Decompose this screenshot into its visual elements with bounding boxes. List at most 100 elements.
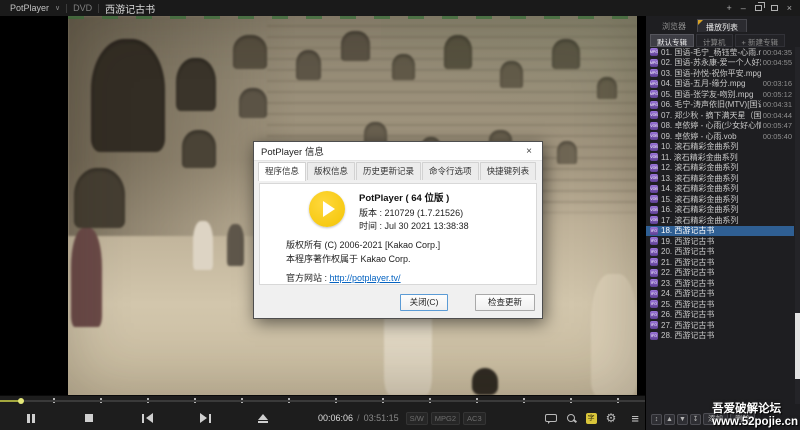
playlist-item-name: 18. 西游记古书 [661,225,790,236]
dialog-tab-4[interactable]: 快捷键列表 [480,162,537,180]
playlist-item-name: 26. 西游记古书 [661,309,790,320]
subtitle-search-icon[interactable] [566,413,577,423]
playlist-scrollbar[interactable] [795,47,800,404]
playlist-toggle-icon[interactable]: ≡ [631,412,639,425]
app-menu-button[interactable]: PotPlayer [10,3,49,13]
seek-track[interactable] [0,400,645,402]
playlist-item[interactable]: VOB14. 滚石精彩金曲系列 [646,184,794,195]
album-tab-0[interactable]: 默认专辑 [650,34,694,47]
album-tab-1[interactable]: 计算机 [696,34,733,47]
playlist-item[interactable]: IFO22. 西游记古书 [646,268,794,279]
move-down-icon[interactable]: ▼ [677,414,688,425]
subtitle-bubble-icon[interactable] [545,414,557,422]
seek-bar[interactable] [0,396,645,405]
file-type-icon: VOB [650,122,658,130]
playlist-item[interactable]: VOB07. 郑少秋 - 摘下满天星（国语）.vob00:04:44 [646,110,794,121]
playlist-item[interactable]: IFO21. 西游记古书 [646,257,794,268]
playlist-item-name: 05. 国语-张学友-吻别.mpg [661,89,761,100]
playlist-item[interactable]: VOB08. 卓依婷 - 心雨(少女好心情故事).vob00:05:47 [646,121,794,132]
playlist-item[interactable]: VOB13. 滚石精彩金曲系列 [646,173,794,184]
dialog-title: PotPlayer 信息 [254,144,324,158]
minimize-button[interactable]: – [741,4,746,13]
file-type-icon: MPG [650,59,658,67]
close-dialog-button[interactable]: 关闭(C) [400,294,448,311]
file-type-icon: VOB [650,164,658,172]
file-type-icon: VOB [650,153,658,161]
control-bar-right: 字 ⚙ ≡ [545,405,639,430]
playlist-item[interactable]: IFO23. 西游记古书 [646,278,794,289]
maximize-button[interactable] [771,5,778,11]
playlist-item[interactable]: MPG03. 国语-孙悦-祝你平安.mpg [646,68,794,79]
website-link[interactable]: http://potplayer.tv/ [330,273,401,283]
next-button[interactable] [194,410,216,426]
dialog-titlebar[interactable]: PotPlayer 信息 × [254,142,542,161]
playlist-item-name: 11. 滚石精彩金曲系列 [661,152,790,163]
playlist-tab-0[interactable]: 浏览器 [654,19,694,32]
playlist-item[interactable]: VOB11. 滚石精彩金曲系列 [646,152,794,163]
dialog-tab-1[interactable]: 版权信息 [307,162,355,180]
move-item-icon[interactable]: ↕ [651,414,662,425]
dialog-tab-0[interactable]: 程序信息 [258,162,306,181]
playlist-item[interactable]: MPG02. 国语-苏永康-爱一个人好难.mpg00:04:55 [646,58,794,69]
playlist-item[interactable]: IFO25. 西游记古书 [646,299,794,310]
pin-icon[interactable]: + [726,4,731,13]
playlist-item-name: 20. 西游记古书 [661,246,790,257]
playlist-item[interactable]: MPG06. 毛宁-涛声依旧(MTV)[国语].mpg00:04:31 [646,100,794,111]
playlist-item[interactable]: MPG05. 国语-张学友-吻别.mpg00:05:12 [646,89,794,100]
dialog-tab-3[interactable]: 命令行选项 [422,162,479,180]
playlist-item[interactable]: VOB17. 滚石精彩金曲系列 [646,215,794,226]
playlist-item-name: 14. 滚石精彩金曲系列 [661,183,790,194]
pause-button[interactable] [20,410,42,426]
playlist-item[interactable]: IFO19. 西游记古书 [646,236,794,247]
playlist-item[interactable]: VOB12. 滚石精彩金曲系列 [646,163,794,174]
website-label: 官方网站 : [286,273,330,283]
dialog-close-icon[interactable]: × [516,146,542,157]
file-type-icon: IFO [650,332,658,340]
codec-badges: S/WMPG2AC3 [403,413,486,423]
playlist-item[interactable]: IFO24. 西游记古书 [646,289,794,300]
playlist-item[interactable]: IFO26. 西游记古书 [646,310,794,321]
previous-icon [142,414,144,423]
restore-button[interactable] [755,5,762,11]
playlist-item[interactable]: VOB09. 卓依婷 - 心雨.vob00:05:40 [646,131,794,142]
file-type-icon: IFO [650,279,658,287]
file-type-icon: IFO [650,258,658,266]
playlist-item[interactable]: IFO20. 西游记古书 [646,247,794,258]
stop-button[interactable] [78,410,100,426]
move-bottom-icon[interactable]: ↧ [690,414,701,425]
playlist-item[interactable]: VOB16. 滚石精彩金曲系列 [646,205,794,216]
playlist-item-duration: 00:04:31 [763,100,792,109]
dialog-tab-2[interactable]: 历史更新记录 [356,162,421,180]
next-icon [209,414,211,423]
seek-thumb[interactable] [18,398,24,404]
titlebar-divider [98,4,99,13]
album-tab-2[interactable]: + 新建专辑 [735,34,785,47]
gear-icon[interactable]: ⚙ [606,412,617,424]
playlist-item[interactable]: MPG04. 国语-五月-缘分.mpg00:03:16 [646,79,794,90]
scrollbar-thumb[interactable] [795,313,800,379]
playlist-item-name: 09. 卓依婷 - 心雨.vob [661,131,761,142]
video-stage: PotPlayer 信息 × 程序信息版权信息历史更新记录命令行选项快捷键列表 … [0,16,645,395]
playlist-tab-1[interactable]: 播放列表 [697,19,747,32]
file-type-icon: IFO [650,269,658,277]
move-up-icon[interactable]: ▲ [664,414,675,425]
watermark-line: 吾爱破解论坛 [712,403,798,416]
playlist-item[interactable]: IFO28. 西游记古书 [646,331,794,342]
chevron-down-icon[interactable]: ∨ [55,4,60,12]
copyright-line: 本程序著作权属于 Kakao Corp. [286,252,411,265]
check-update-button[interactable]: 检查更新 [475,294,535,311]
file-type-icon: VOB [650,174,658,182]
playlist-item[interactable]: VOB15. 滚石精彩金曲系列 [646,194,794,205]
time-display: 00:06:06 / 03:51:15 S/WMPG2AC3 [318,413,486,423]
playlist-item-duration: 00:04:55 [763,58,792,67]
playlist-item[interactable]: IFO27. 西游记古书 [646,320,794,331]
subtitle-translate-icon[interactable]: 字 [586,413,597,424]
playlist-item-name: 17. 滚石精彩金曲系列 [661,215,790,226]
playlist-item[interactable]: MPG01. 国语-毛宁_杨钰莹-心雨.mpg00:04:35 [646,47,794,58]
previous-button[interactable] [136,410,158,426]
playlist-item[interactable]: IFO18. 西游记古书 [646,226,794,237]
open-media-button[interactable] [252,410,274,426]
playlist-item[interactable]: VOB10. 滚石精彩金曲系列 [646,142,794,153]
file-type-icon: MPG [650,101,658,109]
close-button[interactable]: × [787,4,792,13]
